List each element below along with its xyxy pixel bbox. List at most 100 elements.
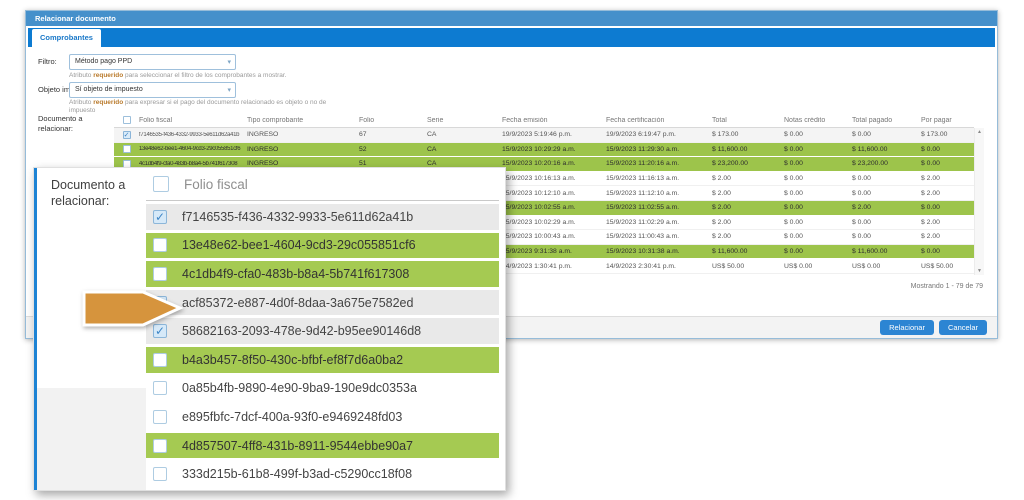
table-cell-fecha_certificacion: 15/9/2023 11:12:10 a.m. bbox=[603, 190, 709, 197]
folio-checkbox[interactable] bbox=[153, 439, 167, 453]
column-header[interactable]: Total bbox=[709, 117, 781, 124]
table-cell-fecha_certificacion: 14/9/2023 2:30:41 p.m. bbox=[603, 263, 709, 270]
filtro-select[interactable]: Método pago PPD ▾ bbox=[69, 54, 236, 70]
table-cell-por_pagar: $ 2.00 bbox=[918, 219, 974, 226]
filtro-label: Filtro: bbox=[38, 57, 57, 66]
popup-documento-label: Documento a relacionar: bbox=[51, 177, 151, 210]
folio-fiscal-value: 4d857507-4ff8-431b-8911-9544ebbe90a7 bbox=[182, 439, 413, 453]
table-cell-notas_credito: $ 0.00 bbox=[781, 190, 849, 197]
popup-list-item[interactable]: ✓acf85372-e887-4d0f-8daa-3a675e7582ed bbox=[146, 290, 499, 316]
table-cell-por_pagar: $ 2.00 bbox=[918, 233, 974, 240]
popup-list-item[interactable]: 4d857507-4ff8-431b-8911-9544ebbe90a7 bbox=[146, 433, 499, 459]
table-scrollbar[interactable]: ▲ ▼ bbox=[974, 128, 984, 275]
popup-list-item[interactable]: ✓f7146535-f436-4332-9933-5e611d62a41b bbox=[146, 204, 499, 230]
popup-list-item[interactable]: 333d215b-61b8-499f-b3ad-c5290cc18f08 bbox=[146, 461, 499, 487]
table-cell-notas_credito: $ 0.00 bbox=[781, 219, 849, 226]
chevron-down-icon: ▾ bbox=[227, 56, 231, 70]
column-header[interactable]: Tipo comprobante bbox=[244, 117, 356, 124]
table-cell-total: $ 2.00 bbox=[709, 233, 781, 240]
callout-arrow-icon bbox=[82, 285, 186, 334]
folio-fiscal-value: 58682163-2093-478e-9d42-b95ee90146d8 bbox=[182, 324, 421, 338]
table-cell-fecha_emision: 19/9/2023 5:19:46 p.m. bbox=[499, 131, 603, 138]
scroll-up-icon[interactable]: ▲ bbox=[975, 129, 984, 135]
table-cell-total: $ 23,200.00 bbox=[709, 160, 781, 167]
select-all-checkbox[interactable] bbox=[153, 176, 169, 192]
column-header[interactable]: Total pagado bbox=[849, 117, 918, 124]
table-row[interactable]: 13e48e62-bee1-4604-9cd3-29c055851cf6INGR… bbox=[114, 143, 974, 158]
popup-list-item[interactable]: 13e48e62-bee1-4604-9cd3-29c055851cf6 bbox=[146, 233, 499, 259]
scroll-down-icon[interactable]: ▼ bbox=[975, 268, 984, 274]
table-cell-total_pagado: $ 23,200.00 bbox=[849, 160, 918, 167]
table-cell-fecha_certificacion: 15/9/2023 11:02:29 a.m. bbox=[603, 219, 709, 226]
popup-list-item[interactable]: e895fbfc-7dcf-400a-93f0-e9469248fd03 bbox=[146, 404, 499, 430]
table-cell-total_pagado: $ 0.00 bbox=[849, 190, 918, 197]
table-cell-total_pagado: $ 11,600.00 bbox=[849, 248, 918, 255]
table-cell-total: $ 2.00 bbox=[709, 190, 781, 197]
table-cell-fecha_emision: 15/9/2023 10:20:16 a.m. bbox=[499, 160, 603, 167]
popup-list-item[interactable]: ✓58682163-2093-478e-9d42-b95ee90146d8 bbox=[146, 318, 499, 344]
folio-checkbox[interactable] bbox=[153, 267, 167, 281]
popup-gray-area bbox=[37, 388, 147, 490]
table-cell-por_pagar: $ 0.00 bbox=[918, 204, 974, 211]
table-cell-total: $ 2.00 bbox=[709, 175, 781, 182]
table-cell-total_pagado: $ 0.00 bbox=[849, 233, 918, 240]
popup-list-item[interactable]: 0a85b4fb-9890-4e90-9ba9-190e9dc0353a bbox=[146, 376, 499, 402]
folio-fiscal-value: 4c1db4f9-cfa0-483b-b8a4-5b741f617308 bbox=[182, 267, 409, 281]
folio-checkbox[interactable] bbox=[153, 238, 167, 252]
table-cell-por_pagar: $ 2.00 bbox=[918, 175, 974, 182]
column-header[interactable]: Folio fiscal bbox=[136, 117, 244, 124]
column-header[interactable]: Fecha certificación bbox=[603, 117, 709, 124]
table-cell-total: $ 173.00 bbox=[709, 131, 781, 138]
table-cell-folio_fiscal: f7146535-f436-4332-9933-5e611d62a41b bbox=[136, 132, 244, 138]
chevron-down-icon: ▾ bbox=[227, 84, 231, 98]
filtro-selected-value: Método pago PPD bbox=[75, 58, 132, 65]
select-all-checkbox[interactable] bbox=[123, 116, 131, 124]
table-cell-notas_credito: US$ 0.00 bbox=[781, 263, 849, 270]
table-cell-notas_credito: $ 0.00 bbox=[781, 233, 849, 240]
table-cell-folio_fiscal: 13e48e62-bee1-4604-9cd3-29c055851cf6 bbox=[136, 146, 244, 152]
popup-list-item[interactable]: b4a3b457-8f50-430c-bfbf-ef8f7d6a0ba2 bbox=[146, 347, 499, 373]
table-cell-fecha_certificacion: 15/9/2023 11:00:43 a.m. bbox=[603, 233, 709, 240]
table-cell-total: $ 11,600.00 bbox=[709, 248, 781, 255]
column-header[interactable]: Folio bbox=[356, 117, 424, 124]
table-cell-fecha_emision: 14/9/2023 1:30:41 p.m. bbox=[499, 263, 603, 270]
column-header[interactable]: Notas crédito bbox=[781, 117, 849, 124]
table-cell-notas_credito: $ 0.00 bbox=[781, 146, 849, 153]
column-header[interactable]: Por pagar bbox=[918, 117, 974, 124]
folio-fiscal-value: b4a3b457-8f50-430c-bfbf-ef8f7d6a0ba2 bbox=[182, 353, 403, 367]
table-cell-total: $ 2.00 bbox=[709, 204, 781, 211]
folio-fiscal-value: acf85372-e887-4d0f-8daa-3a675e7582ed bbox=[182, 296, 413, 310]
objeto-impuesto-select[interactable]: Sí objeto de impuesto ▾ bbox=[69, 82, 236, 98]
table-row[interactable]: ✓ f7146535-f436-4332-9933-5e611d62a41bING… bbox=[114, 128, 974, 143]
tab-comprobantes[interactable]: Comprobantes bbox=[32, 29, 101, 47]
table-header-row: Folio fiscalTipo comprobanteFolioSerieFe… bbox=[114, 113, 974, 128]
folio-fiscal-value: 0a85b4fb-9890-4e90-9ba9-190e9dc0353a bbox=[182, 381, 417, 395]
table-cell-folio: 52 bbox=[356, 146, 424, 153]
relacionar-button[interactable]: Relacionar bbox=[880, 320, 934, 335]
folio-checkbox[interactable]: ✓ bbox=[153, 210, 167, 224]
table-cell-total: US$ 50.00 bbox=[709, 263, 781, 270]
table-cell-notas_credito: $ 0.00 bbox=[781, 204, 849, 211]
table-cell-notas_credito: $ 0.00 bbox=[781, 131, 849, 138]
folio-checkbox[interactable] bbox=[153, 353, 167, 367]
table-cell-fecha_emision: 15/9/2023 10:12:10 a.m. bbox=[499, 190, 603, 197]
folio-fiscal-value: 333d215b-61b8-499f-b3ad-c5290cc18f08 bbox=[182, 467, 412, 481]
row-checkbox[interactable]: ✓ bbox=[123, 131, 131, 139]
table-cell-por_pagar: $ 0.00 bbox=[918, 146, 974, 153]
cancelar-button[interactable]: Cancelar bbox=[939, 320, 987, 335]
table-cell-por_pagar: $ 2.00 bbox=[918, 190, 974, 197]
popup-header-label: Folio fiscal bbox=[184, 177, 248, 192]
documento-a-relacionar-label: Documento a relacionar: bbox=[38, 114, 108, 134]
folio-checkbox[interactable] bbox=[153, 467, 167, 481]
table-cell-notas_credito: $ 0.00 bbox=[781, 175, 849, 182]
table-cell-tipo_comprobante: INGRESO bbox=[244, 131, 356, 138]
column-header[interactable]: Fecha emisión bbox=[499, 117, 603, 124]
table-cell-fecha_certificacion: 15/9/2023 11:16:13 a.m. bbox=[603, 175, 709, 182]
folio-checkbox[interactable] bbox=[153, 381, 167, 395]
row-checkbox[interactable] bbox=[123, 145, 131, 153]
table-cell-total_pagado: US$ 0.00 bbox=[849, 263, 918, 270]
column-header[interactable]: Serie bbox=[424, 117, 499, 124]
popup-list-item[interactable]: 4c1db4f9-cfa0-483b-b8a4-5b741f617308 bbox=[146, 261, 499, 287]
popup-list-header: Folio fiscal bbox=[146, 168, 499, 201]
folio-checkbox[interactable] bbox=[153, 410, 167, 424]
